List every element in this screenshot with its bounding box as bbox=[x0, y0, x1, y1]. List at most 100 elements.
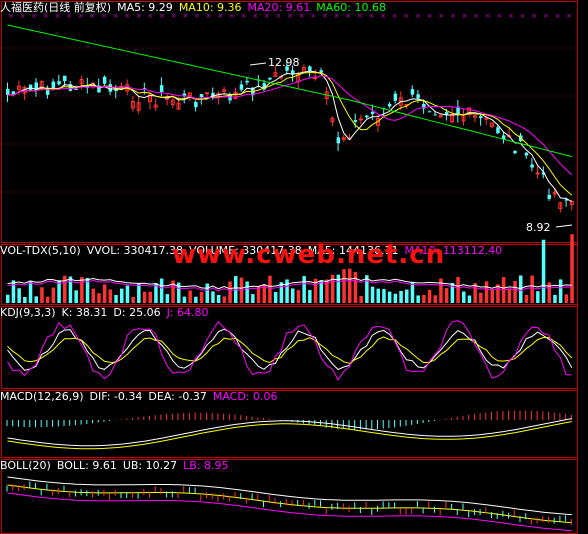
volume-bar bbox=[308, 290, 312, 303]
volume-bar bbox=[199, 292, 204, 303]
volume-bar bbox=[393, 293, 398, 303]
low-price-label: 8.92 bbox=[526, 221, 551, 234]
signal-marker: × bbox=[473, 12, 479, 20]
volume-bar bbox=[148, 291, 152, 303]
candle-body bbox=[28, 84, 33, 90]
candle-body bbox=[524, 152, 529, 156]
candle-body bbox=[547, 194, 551, 199]
volume-bar bbox=[182, 296, 187, 303]
volume-bar bbox=[422, 294, 426, 303]
volume-bar bbox=[553, 294, 557, 303]
volume-bar bbox=[40, 287, 44, 303]
volume-bar bbox=[490, 289, 494, 303]
macd-dif-label: DIF: -0.34 bbox=[89, 390, 143, 403]
period-label: (日线 前复权) bbox=[44, 1, 112, 14]
volume-bar bbox=[251, 294, 255, 303]
volume-bar bbox=[353, 271, 358, 303]
kdj-j-label: J: 64.80 bbox=[166, 306, 209, 319]
volume-bar bbox=[120, 288, 124, 303]
kdj-header: KDJ(9,3,3) K: 38.31 D: 25.06 J: 64.80 bbox=[0, 306, 215, 320]
candle-body bbox=[433, 114, 437, 116]
main-header: 人福医药(日线 前复权) MA5: 9.29 MA10: 9.36 MA20: 9.6… bbox=[0, 1, 392, 15]
volume-bar bbox=[536, 291, 540, 303]
volume-bar bbox=[45, 296, 50, 303]
stock-name: 人福医药 bbox=[0, 1, 44, 14]
volume-bar bbox=[439, 278, 443, 303]
stock-chart[interactable]: × × × × × × × × × × × × × × × × × × × × × × × × × × × × × × × × × × × × × × × ×… bbox=[0, 0, 588, 534]
candle-body bbox=[358, 118, 363, 121]
candle-body bbox=[199, 94, 204, 98]
candle-body bbox=[182, 93, 187, 96]
volume-bar bbox=[273, 291, 278, 303]
candle-body bbox=[194, 101, 198, 108]
candle-body bbox=[410, 89, 415, 95]
volume-bar bbox=[216, 294, 221, 303]
candle-body bbox=[479, 116, 483, 119]
signal-marker: × bbox=[415, 12, 421, 20]
volume-bar bbox=[131, 296, 135, 303]
volume-bar bbox=[462, 291, 466, 303]
volume-bar bbox=[23, 296, 27, 303]
volume-bar bbox=[342, 269, 346, 303]
volume-bar bbox=[97, 293, 101, 303]
volume-bar bbox=[296, 290, 301, 303]
candle-body bbox=[74, 88, 78, 90]
macd-value-label: MACD: 0.06 bbox=[212, 390, 278, 403]
volume-bar bbox=[319, 280, 323, 303]
kdj-d-line bbox=[7, 336, 573, 364]
candle-body bbox=[513, 150, 517, 154]
boll-title: BOLL(20) bbox=[0, 459, 51, 472]
volume-bar bbox=[108, 289, 113, 303]
volume-bar bbox=[541, 239, 546, 303]
volume-bar bbox=[159, 278, 164, 303]
candle-body bbox=[159, 85, 164, 93]
signal-marker: × bbox=[450, 12, 456, 20]
ma20-line bbox=[7, 75, 573, 176]
panel-border bbox=[1, 1, 578, 243]
volume-bar bbox=[268, 275, 272, 303]
volume-bar bbox=[285, 279, 289, 303]
volume-bar bbox=[74, 290, 78, 303]
volume-bar bbox=[359, 296, 363, 303]
boll-lower-line bbox=[7, 492, 572, 532]
candle-body bbox=[530, 164, 534, 168]
volume-bar bbox=[6, 294, 10, 303]
volume-bar bbox=[382, 289, 386, 303]
volume-bar bbox=[211, 291, 215, 303]
volume-bar bbox=[524, 294, 529, 303]
volume-bar bbox=[91, 288, 95, 303]
kdj-k-label: K: 38.31 bbox=[61, 306, 108, 319]
volume-bar bbox=[416, 295, 420, 303]
signal-marker: × bbox=[566, 12, 572, 20]
candle-body bbox=[427, 111, 432, 113]
signal-marker: × bbox=[392, 12, 398, 20]
candle-body bbox=[57, 81, 61, 85]
volume-bar bbox=[80, 277, 84, 303]
volume-bar bbox=[410, 281, 415, 303]
candle-body bbox=[239, 84, 244, 90]
volume-bar bbox=[530, 275, 534, 303]
macd-dea-label: DEA: -0.37 bbox=[148, 390, 207, 403]
signal-marker: × bbox=[496, 12, 502, 20]
candle-body bbox=[336, 137, 341, 144]
volume-bar bbox=[444, 288, 449, 303]
volume-bar bbox=[165, 294, 170, 303]
candle-body bbox=[228, 95, 232, 101]
volume-bar bbox=[513, 281, 517, 303]
volume-bar bbox=[564, 294, 569, 303]
ma60-line bbox=[7, 24, 572, 158]
volume-bar bbox=[205, 283, 209, 303]
ma10-label: MA10: 9.36 bbox=[178, 1, 242, 14]
candle-body bbox=[496, 127, 500, 134]
boll-mid-label: BOLL: 9.61 bbox=[56, 459, 117, 472]
boll-mid-line bbox=[7, 484, 572, 524]
volume-bar bbox=[291, 288, 295, 303]
boll-ub-label: UB: 10.27 bbox=[122, 459, 178, 472]
high-arrow bbox=[249, 62, 267, 66]
volume-bar bbox=[370, 286, 375, 303]
signal-marker: × bbox=[461, 12, 467, 20]
ma5-line bbox=[7, 70, 573, 203]
volume-bar bbox=[479, 292, 483, 303]
volume-bar bbox=[194, 296, 198, 303]
candle-body bbox=[205, 92, 209, 95]
